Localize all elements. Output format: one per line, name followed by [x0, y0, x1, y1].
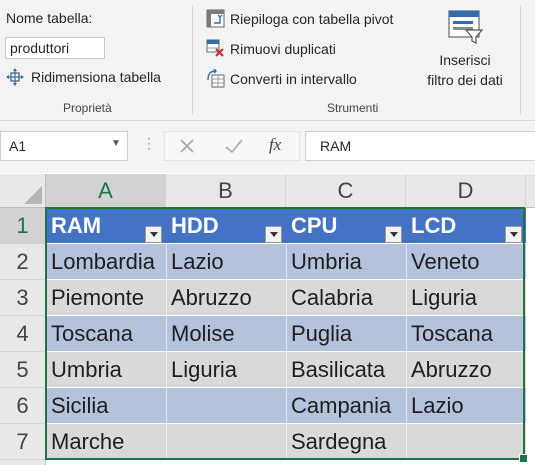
cell-b7[interactable] — [166, 424, 286, 460]
dropdown-arrow-icon — [149, 232, 158, 237]
row-header-6[interactable]: 6 — [0, 388, 46, 424]
group-label-properties: Proprietà — [63, 101, 112, 115]
row-header-5[interactable]: 5 — [0, 352, 46, 388]
insert-slicer-label-line1: Inserisci — [439, 52, 491, 68]
group-label-tools: Strumenti — [327, 101, 379, 115]
cell-a2[interactable]: Lombardia — [46, 244, 166, 280]
cell-c5[interactable]: Basilicata — [286, 352, 406, 388]
cell-c3[interactable]: Calabria — [286, 280, 406, 316]
resize-table-icon — [6, 68, 24, 86]
cell-b5[interactable]: Liguria — [166, 352, 286, 388]
cell-d6[interactable]: Lazio — [406, 388, 526, 424]
cell-d4[interactable]: Toscana — [406, 316, 526, 352]
cell-d7[interactable] — [406, 424, 526, 460]
filter-dropdown-hdd[interactable] — [265, 226, 282, 243]
gridline — [166, 244, 167, 460]
table-name-label: Nome tabella: — [6, 10, 93, 26]
row-header-2[interactable]: 2 — [0, 244, 46, 280]
cell-d2[interactable]: Veneto — [406, 244, 526, 280]
cancel-icon[interactable] — [177, 135, 197, 155]
slicer-filter-icon — [448, 10, 484, 44]
resize-table-button[interactable]: Ridimensiona tabella — [6, 68, 161, 86]
summarize-pivot-label: Riepiloga con tabella pivot — [230, 10, 394, 27]
table-name-input[interactable] — [5, 37, 105, 59]
cell-b4[interactable]: Molise — [166, 316, 286, 352]
filter-dropdown-ram[interactable] — [145, 226, 162, 243]
convert-range-label: Converti in intervallo — [230, 70, 357, 87]
row-header-7[interactable]: 7 — [0, 424, 46, 460]
remove-duplicates-button[interactable]: Rimuovi duplicati — [206, 39, 336, 58]
group-divider — [192, 6, 193, 114]
row-header-4[interactable]: 4 — [0, 316, 46, 352]
insert-slicer-label-line2: filtro dei dati — [427, 72, 503, 88]
ribbon: Nome tabella: Ridimensiona tabella Propr… — [0, 0, 535, 121]
dropdown-arrow-icon — [509, 232, 518, 237]
convert-range-button[interactable]: Converti in intervallo — [206, 68, 357, 88]
cell-d3[interactable]: Liguria — [406, 280, 526, 316]
row-header-overflow — [0, 460, 46, 465]
chevron-down-icon[interactable]: ▼ — [111, 138, 121, 149]
fill-handle[interactable] — [519, 454, 528, 463]
column-header-a[interactable]: A — [46, 174, 166, 208]
row-header-3[interactable]: 3 — [0, 280, 46, 316]
cell-a4[interactable]: Toscana — [46, 316, 166, 352]
name-box[interactable]: A1 ▼ — [0, 131, 128, 161]
insert-slicer-button[interactable]: Inserisci filtro dei dati — [415, 6, 515, 94]
cell-d5[interactable]: Abruzzo — [406, 352, 526, 388]
select-all-corner[interactable] — [0, 174, 46, 208]
insert-function-icon[interactable]: fx — [269, 135, 281, 155]
column-header-b[interactable]: B — [166, 174, 286, 208]
formula-input[interactable]: RAM — [305, 131, 535, 161]
pivot-table-icon — [206, 9, 225, 28]
gridline — [406, 244, 407, 460]
cell-b6[interactable] — [166, 388, 286, 424]
cell-c6[interactable]: Campania — [286, 388, 406, 424]
cell-a7[interactable]: Marche — [46, 424, 166, 460]
cell-a3[interactable]: Piemonte — [46, 280, 166, 316]
convert-range-icon — [206, 68, 225, 88]
cell-b3[interactable]: Abruzzo — [166, 280, 286, 316]
gridline — [286, 244, 287, 460]
filter-dropdown-lcd[interactable] — [505, 226, 522, 243]
formula-bar: A1 ▼ ⋮ fx RAM — [0, 121, 535, 173]
remove-duplicates-label: Rimuovi duplicati — [230, 40, 336, 57]
dropdown-arrow-icon — [269, 232, 278, 237]
dropdown-arrow-icon — [389, 232, 398, 237]
filter-dropdown-cpu[interactable] — [385, 226, 402, 243]
cell-a6[interactable]: Sicilia — [46, 388, 166, 424]
column-header-d[interactable]: D — [406, 174, 526, 208]
remove-duplicates-icon — [206, 39, 225, 58]
resize-table-label: Ridimensiona tabella — [31, 69, 161, 85]
group-divider-right — [520, 6, 521, 114]
cell-a5[interactable]: Umbria — [46, 352, 166, 388]
cell-c2[interactable]: Umbria — [286, 244, 406, 280]
column-header-overflow — [526, 174, 535, 208]
cell-c4[interactable]: Puglia — [286, 316, 406, 352]
name-box-value: A1 — [9, 138, 27, 154]
formula-content: RAM — [320, 138, 352, 154]
column-header-c[interactable]: C — [286, 174, 406, 208]
formula-buttons: fx — [164, 131, 300, 161]
cell-b2[interactable]: Lazio — [166, 244, 286, 280]
cell-c7[interactable]: Sardegna — [286, 424, 406, 460]
more-dots-icon: ⋮ — [142, 135, 156, 151]
row-header-1[interactable]: 1 — [0, 208, 46, 244]
confirm-check-icon[interactable] — [223, 135, 245, 157]
summarize-pivot-button[interactable]: Riepiloga con tabella pivot — [206, 9, 393, 28]
